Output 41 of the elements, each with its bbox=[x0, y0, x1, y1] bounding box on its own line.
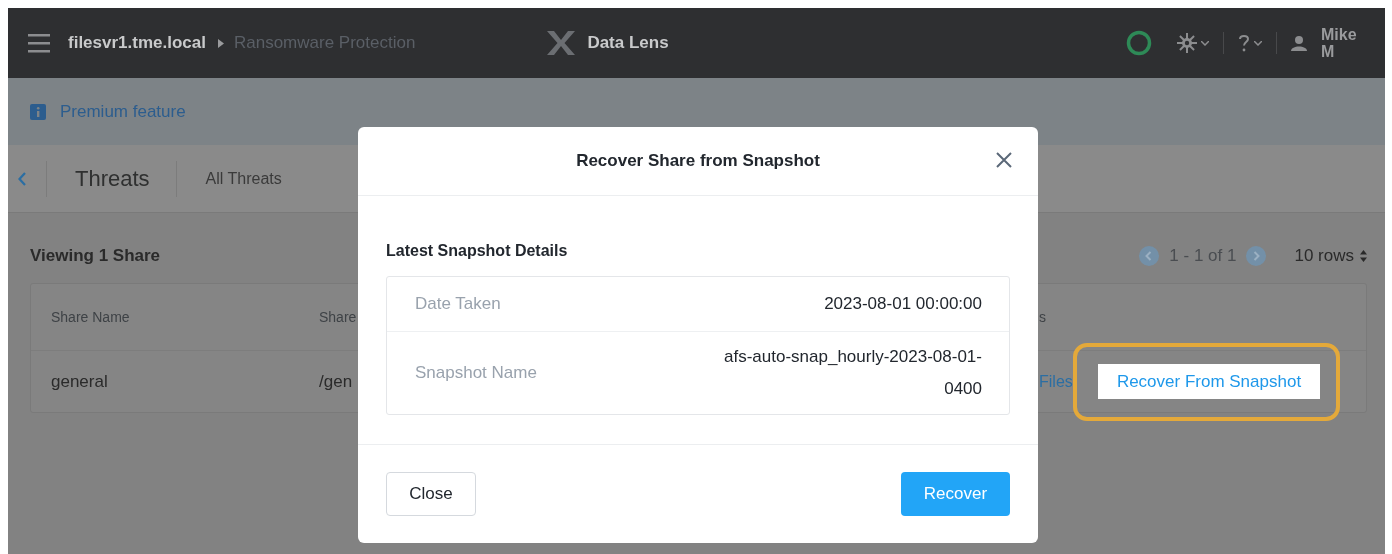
user-icon[interactable] bbox=[1291, 35, 1307, 51]
sort-icon bbox=[1360, 250, 1367, 262]
page-title: Threats bbox=[47, 160, 177, 197]
table-cell: /gen bbox=[319, 371, 353, 391]
banner-text: Premium feature bbox=[60, 101, 186, 122]
menu-icon[interactable] bbox=[28, 33, 50, 53]
recover-from-snapshot-button[interactable]: Recover From Snapshot bbox=[1098, 364, 1320, 399]
caret-icon bbox=[217, 38, 224, 48]
chevron-down-icon bbox=[1201, 40, 1209, 46]
detail-label: Snapshot Name bbox=[415, 363, 537, 383]
column-header: Share Name bbox=[51, 309, 131, 325]
recover-button[interactable]: Recover bbox=[901, 472, 1010, 516]
help-icon bbox=[1238, 33, 1250, 53]
chevron-right-icon bbox=[1246, 246, 1267, 266]
section-title: Latest Snapshot Details bbox=[386, 242, 569, 260]
status-ring-icon bbox=[1126, 30, 1152, 56]
detail-label: Date Taken bbox=[415, 294, 501, 314]
settings-menu-button[interactable] bbox=[1177, 33, 1209, 53]
page-range: 1 - 1 of 1 bbox=[1169, 246, 1237, 266]
detail-value: afs-auto-snap_hourly-2023-08-01-0400 bbox=[723, 346, 982, 400]
list-heading: Viewing 1 Share bbox=[30, 246, 161, 266]
dialog-title: Recover Share from Snapshot bbox=[576, 151, 820, 171]
chevron-left-icon bbox=[18, 171, 26, 186]
chevron-left-icon bbox=[1139, 246, 1160, 266]
close-icon bbox=[996, 152, 1012, 168]
close-button[interactable] bbox=[996, 152, 1012, 168]
chevron-down-icon bbox=[1254, 40, 1262, 46]
info-icon bbox=[30, 103, 46, 120]
x-logo-icon bbox=[547, 31, 576, 55]
detail-value: 2023-08-01 00:00:00 bbox=[824, 293, 982, 315]
rows-per-page-select[interactable]: 10 rows bbox=[1294, 246, 1367, 266]
column-header: s bbox=[1039, 309, 1047, 325]
close-dialog-button[interactable]: Close bbox=[386, 472, 476, 516]
app-name: Data Lens bbox=[587, 33, 669, 53]
nav-link[interactable]: All Threats bbox=[205, 169, 282, 188]
table-cell: general bbox=[51, 371, 108, 391]
user-name[interactable]: Mike M bbox=[1321, 26, 1365, 60]
settings-icon bbox=[1177, 33, 1197, 53]
help-menu-button[interactable] bbox=[1238, 33, 1262, 53]
column-header: Share bbox=[319, 309, 358, 325]
breadcrumb-link[interactable]: filesvr1.tme.local bbox=[68, 33, 206, 53]
